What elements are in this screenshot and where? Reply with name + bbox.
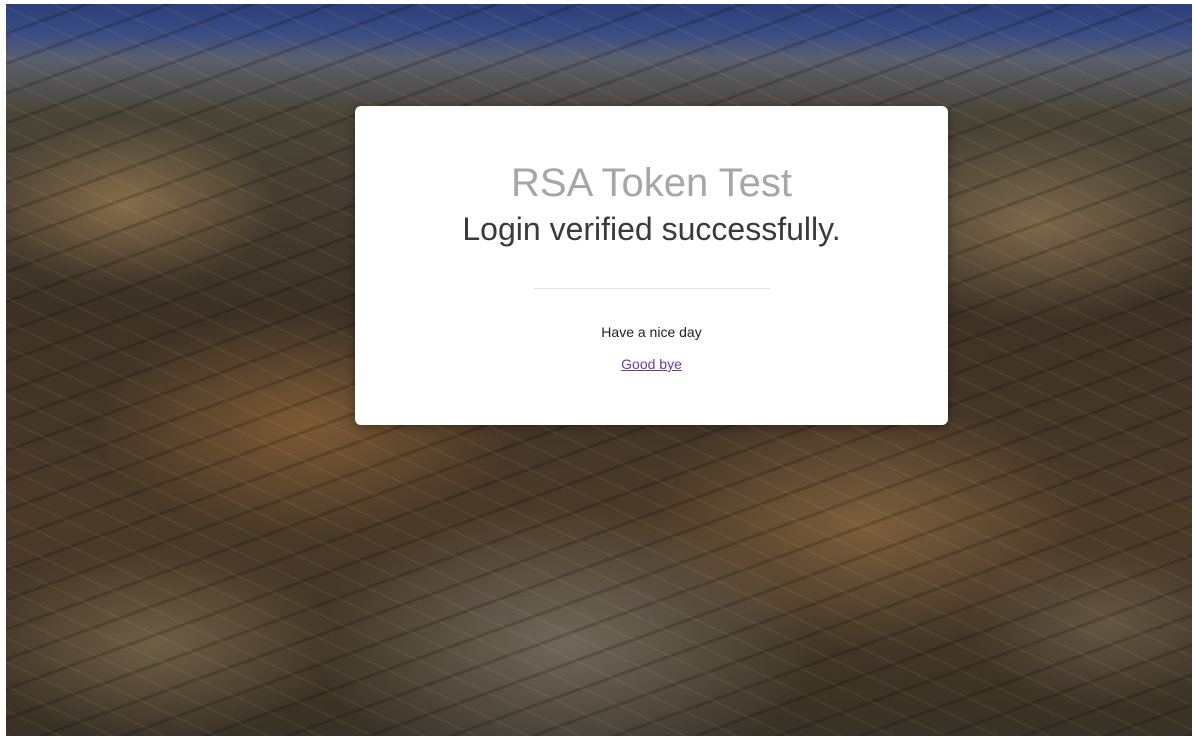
status-message: Login verified successfully. bbox=[462, 211, 841, 247]
divider bbox=[533, 288, 770, 289]
good-bye-link[interactable]: Good bye bbox=[621, 355, 682, 373]
farewell-text: Have a nice day bbox=[601, 324, 702, 340]
login-result-card: RSA Token Test Login verified successful… bbox=[355, 106, 948, 425]
page-title: RSA Token Test bbox=[511, 161, 792, 205]
page-frame: RSA Token Test Login verified successful… bbox=[6, 4, 1192, 736]
